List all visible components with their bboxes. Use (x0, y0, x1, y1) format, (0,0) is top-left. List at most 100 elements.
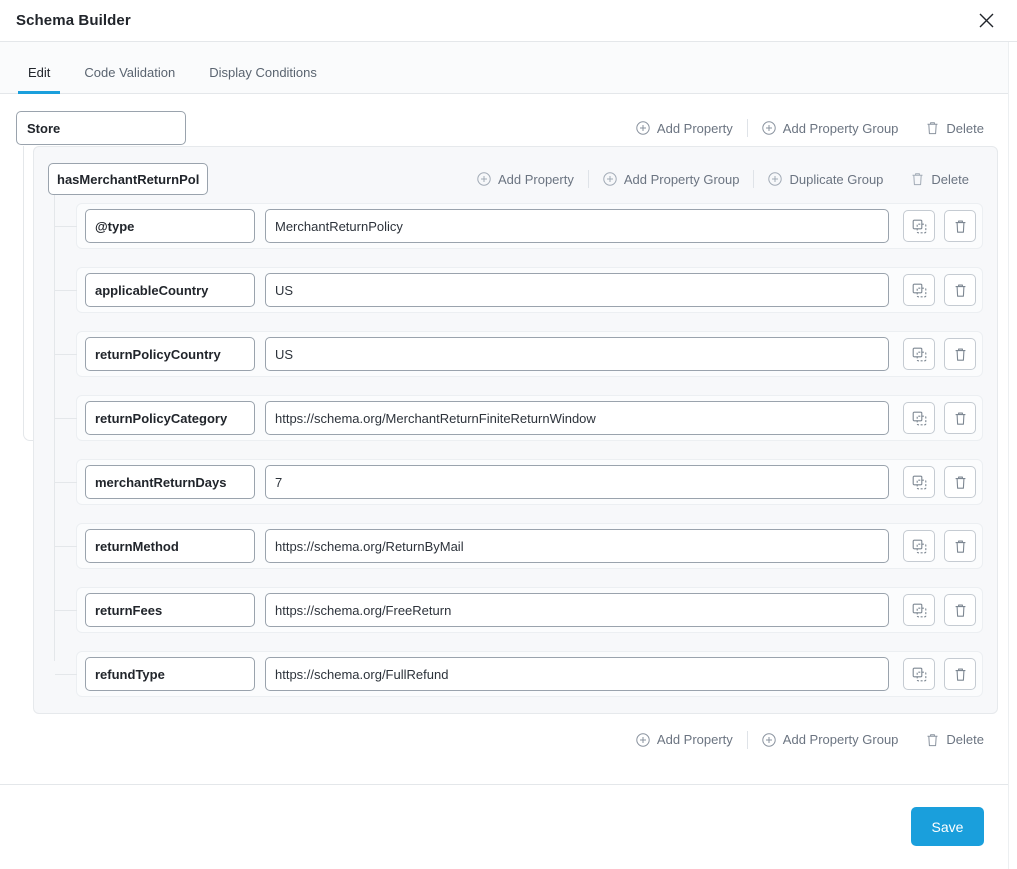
bottom-delete-label: Delete (946, 732, 984, 747)
copy-icon (912, 603, 927, 618)
plus-circle-icon (636, 121, 650, 135)
property-value-input[interactable] (265, 593, 889, 627)
property-group-card: Add Property Add Property Group (33, 146, 998, 714)
row-actions (903, 466, 976, 498)
duplicate-property-button[interactable] (903, 594, 935, 626)
trash-icon (926, 733, 939, 747)
property-key-input[interactable] (85, 529, 255, 563)
root-name-input[interactable] (16, 111, 186, 145)
trash-icon (954, 283, 967, 298)
table-row (55, 651, 983, 697)
row-actions (903, 402, 976, 434)
property-key-input[interactable] (85, 657, 255, 691)
close-icon[interactable] (973, 8, 999, 34)
trash-icon (954, 667, 967, 682)
root-delete-label: Delete (946, 120, 984, 136)
bottom-add-property-label: Add Property (656, 732, 733, 747)
duplicate-group-button[interactable]: Duplicate Group (754, 168, 897, 191)
property-value-input[interactable] (265, 465, 889, 499)
plus-circle-icon (762, 732, 776, 747)
trash-icon (954, 539, 967, 554)
delete-property-button[interactable] (944, 402, 976, 434)
root-toolbar: Add Property Add Property Group Delete (622, 117, 998, 140)
property-key-input[interactable] (85, 337, 255, 371)
property-value-input[interactable] (265, 273, 889, 307)
copy-icon (912, 347, 927, 362)
delete-property-button[interactable] (944, 338, 976, 370)
save-button[interactable]: Save (911, 807, 984, 846)
schema-builder-dialog: Schema Builder Edit Code Validation Disp… (0, 0, 1017, 869)
property-list (48, 195, 983, 697)
duplicate-property-button[interactable] (903, 274, 935, 306)
row-actions (903, 274, 976, 306)
root-delete-button[interactable]: Delete (912, 117, 998, 140)
property-key-input[interactable] (85, 209, 255, 243)
schema-editor-body: Add Property Add Property Group (0, 94, 1017, 784)
bottom-delete-button[interactable]: Delete (912, 728, 998, 751)
plus-circle-icon (636, 732, 650, 747)
tab-display-conditions[interactable]: Display Conditions (199, 65, 327, 93)
plus-circle-icon (762, 121, 776, 135)
copy-icon (912, 219, 927, 234)
row-actions (903, 338, 976, 370)
root-add-property-button[interactable]: Add Property (622, 117, 747, 140)
bottom-add-property-group-button[interactable]: Add Property Group (748, 728, 913, 751)
group-add-property-button[interactable]: Add Property (463, 168, 588, 191)
duplicate-property-button[interactable] (903, 338, 935, 370)
delete-property-button[interactable] (944, 530, 976, 562)
delete-property-button[interactable] (944, 466, 976, 498)
dialog-titlebar: Schema Builder (0, 0, 1017, 42)
root-add-property-group-label: Add Property Group (782, 120, 899, 136)
property-group-name-input[interactable] (48, 163, 208, 195)
table-row (55, 203, 983, 249)
property-value-input[interactable] (265, 657, 889, 691)
root-add-property-group-button[interactable]: Add Property Group (748, 117, 913, 140)
copy-icon (912, 539, 927, 554)
duplicate-property-button[interactable] (903, 530, 935, 562)
delete-property-button[interactable] (944, 210, 976, 242)
trash-icon (926, 121, 939, 135)
group-delete-label: Delete (931, 171, 969, 187)
property-key-input[interactable] (85, 593, 255, 627)
bottom-toolbar-group: Add Property Add Property Group Delete (622, 728, 998, 751)
duplicate-property-button[interactable] (903, 210, 935, 242)
copy-icon (912, 283, 927, 298)
table-row (55, 267, 983, 313)
bottom-add-property-button[interactable]: Add Property (622, 728, 747, 751)
bottom-add-property-group-label: Add Property Group (782, 732, 899, 747)
duplicate-property-button[interactable] (903, 658, 935, 690)
group-add-property-group-label: Add Property Group (623, 171, 740, 187)
property-key-input[interactable] (85, 465, 255, 499)
property-key-input[interactable] (85, 401, 255, 435)
tab-code-validation[interactable]: Code Validation (74, 65, 185, 93)
group-add-property-label: Add Property (497, 171, 574, 187)
table-row (55, 331, 983, 377)
tab-bar: Edit Code Validation Display Conditions (0, 42, 1017, 94)
duplicate-property-button[interactable] (903, 402, 935, 434)
property-value-input[interactable] (265, 337, 889, 371)
copy-icon (912, 667, 927, 682)
duplicate-group-label: Duplicate Group (789, 171, 884, 187)
tab-edit[interactable]: Edit (18, 65, 61, 94)
table-row (55, 523, 983, 569)
delete-property-button[interactable] (944, 274, 976, 306)
table-row (55, 459, 983, 505)
row-actions (903, 210, 976, 242)
tree-connector-group (54, 195, 55, 661)
duplicate-property-button[interactable] (903, 466, 935, 498)
group-add-property-group-button[interactable]: Add Property Group (589, 168, 754, 191)
dialog-footer: Save (0, 784, 1017, 868)
delete-property-button[interactable] (944, 658, 976, 690)
delete-property-button[interactable] (944, 594, 976, 626)
property-value-input[interactable] (265, 529, 889, 563)
copy-icon (912, 475, 927, 490)
property-value-input[interactable] (265, 401, 889, 435)
group-delete-button[interactable]: Delete (897, 168, 983, 191)
property-key-input[interactable] (85, 273, 255, 307)
trash-icon (911, 172, 924, 186)
trash-icon (954, 411, 967, 426)
table-row (55, 395, 983, 441)
table-row (55, 587, 983, 633)
property-value-input[interactable] (265, 209, 889, 243)
root-add-property-label: Add Property (656, 120, 733, 136)
